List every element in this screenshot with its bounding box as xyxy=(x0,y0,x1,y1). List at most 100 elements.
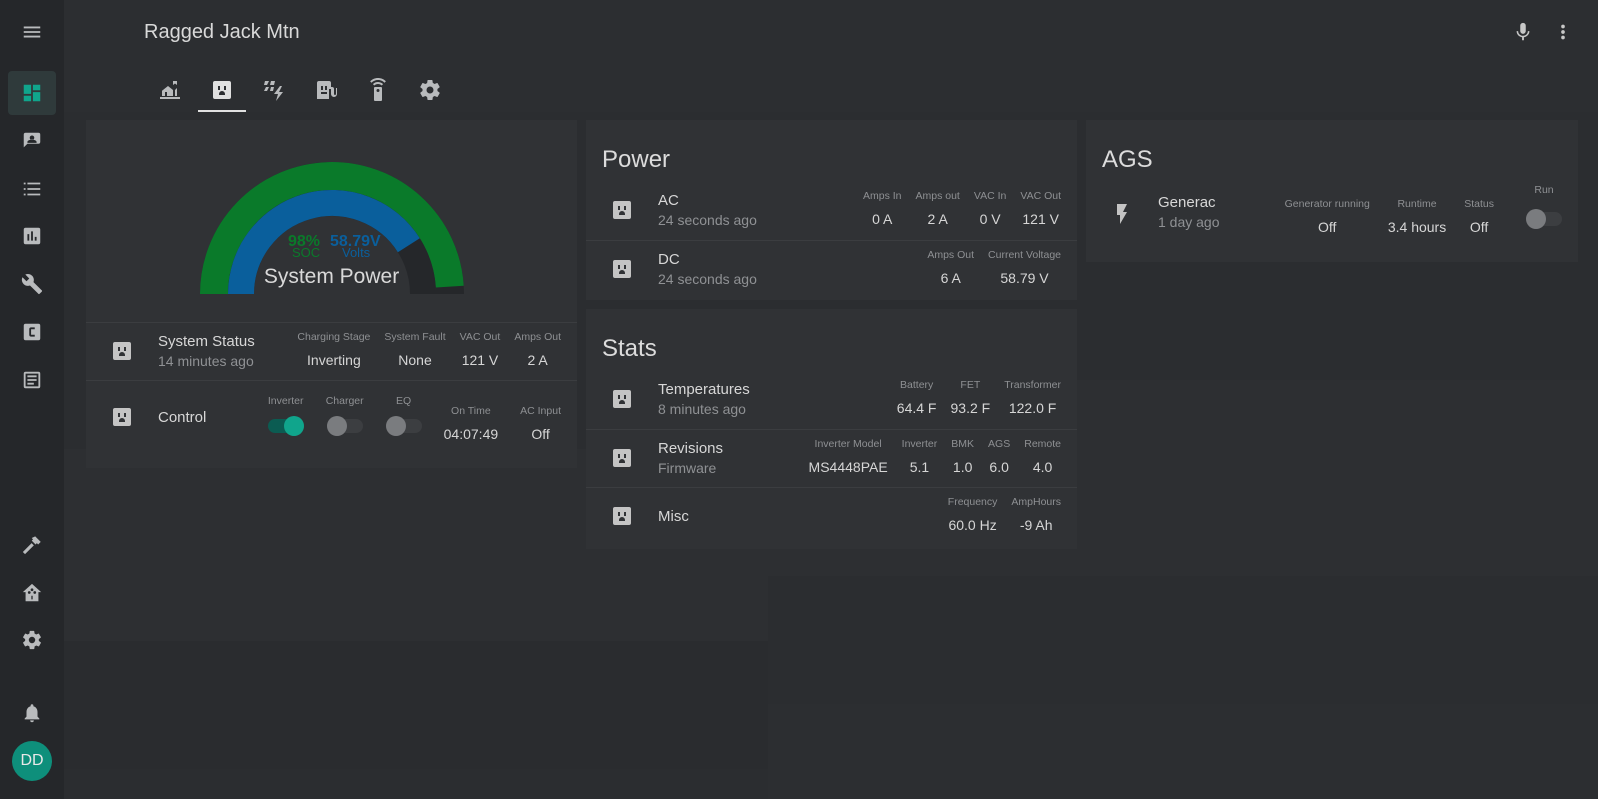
code-box-icon xyxy=(23,323,41,341)
solar-power-icon xyxy=(264,81,283,101)
revisions-row[interactable]: Revisions Firmware Inverter Model MS4448P… xyxy=(586,429,1077,487)
tab-remote[interactable] xyxy=(352,68,404,112)
home-assistant-icon xyxy=(22,583,42,602)
row-subtitle: Firmware xyxy=(658,460,717,476)
attr-amps-in: Amps In 0 A xyxy=(862,190,902,227)
microphone-icon[interactable] xyxy=(1511,20,1535,44)
attr-amphours: AmpHours -9 Ah xyxy=(1011,496,1061,533)
row-timestamp: 24 seconds ago xyxy=(658,271,757,287)
row-name: Generac xyxy=(1158,194,1216,211)
cog-icon xyxy=(23,630,41,650)
row-name: AC xyxy=(658,192,679,209)
attr-bmk: BMK 1.0 xyxy=(951,438,975,475)
account-box-icon xyxy=(23,132,41,148)
header: Ragged Jack Mtn xyxy=(64,0,1598,112)
sidebar-item-notes[interactable] xyxy=(16,364,48,396)
generac-row[interactable]: Generac 1 day ago Generator running Off R… xyxy=(1086,184,1578,250)
view-tabs xyxy=(144,68,456,112)
tab-power[interactable] xyxy=(196,68,248,112)
attr-generator-running: Generator running Off xyxy=(1284,198,1370,235)
attr-ac-input: AC Input Off xyxy=(520,405,561,442)
attr-amps-out: Amps Out 2 A xyxy=(514,331,561,368)
sidebar-item-energy[interactable] xyxy=(16,220,48,252)
attr-inverter-model: Inverter Model MS4448PAE xyxy=(808,438,888,475)
avatar[interactable]: DD xyxy=(12,741,52,781)
wrench-icon xyxy=(21,274,43,295)
sidebar-item-developer-tools[interactable] xyxy=(16,268,48,300)
sidebar-item-code[interactable] xyxy=(16,316,48,348)
sidebar-item-history[interactable] xyxy=(16,173,48,205)
background-panel xyxy=(768,704,1598,799)
stats-card: Stats Temperatures 8 minutes ago Battery… xyxy=(586,309,1077,549)
attr-battery: Battery 64.4 F xyxy=(896,379,937,416)
home-flood-icon xyxy=(160,81,180,99)
power-card: Power AC 24 seconds ago Amps In 0 A Amps … xyxy=(586,120,1077,300)
sidebar-item-home-assistant[interactable] xyxy=(16,577,48,609)
tab-home[interactable] xyxy=(144,68,196,112)
attr-remote: Remote 4.0 xyxy=(1024,438,1061,475)
flash-icon xyxy=(1110,202,1134,226)
attr-status: Status Off xyxy=(1464,198,1494,235)
more-vertical-icon[interactable] xyxy=(1551,20,1575,44)
attr-frequency: Frequency 60.0 Hz xyxy=(947,496,998,533)
card-title: Stats xyxy=(602,335,657,362)
row-timestamp: 24 seconds ago xyxy=(658,212,757,228)
run-toggle-group: Run xyxy=(1526,184,1562,235)
dashboard-icon xyxy=(23,84,41,102)
tab-solar[interactable] xyxy=(248,68,300,112)
attr-inverter: Inverter 5.1 xyxy=(901,438,938,475)
attr-charging-stage: Charging Stage Inverting xyxy=(297,331,371,368)
sidebar-item-logbook[interactable] xyxy=(16,125,48,157)
attr-amps-out: Amps out 2 A xyxy=(915,190,960,227)
menu-icon[interactable] xyxy=(16,16,48,48)
page-title: Ragged Jack Mtn xyxy=(144,21,300,43)
power-socket-icon xyxy=(610,387,634,411)
power-socket-icon xyxy=(110,339,134,363)
sidebar-item-notifications[interactable] xyxy=(16,697,48,729)
system-status-row[interactable]: System Status 14 minutes ago Charging St… xyxy=(86,322,577,380)
misc-row[interactable]: Misc Frequency 60.0 Hz AmpHours -9 Ah xyxy=(586,487,1077,545)
attr-current-voltage: Current Voltage 58.79 V xyxy=(988,249,1061,286)
run-toggle[interactable] xyxy=(1526,209,1562,229)
power-socket-icon xyxy=(610,257,634,281)
attr-vac-out: VAC Out 121 V xyxy=(1020,190,1061,227)
temperatures-row[interactable]: Temperatures 8 minutes ago Battery 64.4 F… xyxy=(586,371,1077,429)
charger-toggle[interactable] xyxy=(326,416,363,436)
sidebar-item-overview[interactable] xyxy=(8,71,56,115)
inverter-toggle-group: Inverter xyxy=(267,395,304,442)
attr-system-fault: System Fault None xyxy=(384,331,446,368)
cog-icon xyxy=(420,79,440,101)
ev-station-icon xyxy=(317,81,337,99)
inverter-toggle[interactable] xyxy=(267,416,304,436)
sidebar-item-settings[interactable] xyxy=(16,624,48,656)
gauge-caption: System Power xyxy=(263,265,400,288)
tab-charger[interactable] xyxy=(300,68,352,112)
power-socket-icon xyxy=(610,446,634,470)
text-box-icon xyxy=(23,371,41,389)
row-timestamp: 8 minutes ago xyxy=(658,401,746,417)
attr-vac-in: VAC In 0 V xyxy=(973,190,1007,227)
volts-label: Volts xyxy=(342,245,371,260)
system-power-card: 98% 58.79V SOC Volts System Power System… xyxy=(86,120,577,468)
charger-toggle-group: Charger xyxy=(326,395,364,442)
background-panel xyxy=(64,641,768,769)
row-timestamp: 14 minutes ago xyxy=(158,353,254,369)
row-timestamp: 1 day ago xyxy=(1158,214,1220,230)
attr-vac-out: VAC Out 121 V xyxy=(459,331,501,368)
card-title: Power xyxy=(602,146,671,173)
row-name: DC xyxy=(658,251,680,268)
attr-transformer: Transformer 122.0 F xyxy=(1004,379,1061,416)
sidebar-item-hammer[interactable] xyxy=(16,529,48,561)
attr-ags: AGS 6.0 xyxy=(988,438,1011,475)
sidebar: DD xyxy=(0,0,64,799)
dc-row[interactable]: DC 24 seconds ago Amps Out 6 A Current Vo… xyxy=(586,240,1077,298)
tab-settings[interactable] xyxy=(404,68,456,112)
power-socket-icon xyxy=(110,405,134,429)
eq-toggle[interactable] xyxy=(385,416,422,436)
ac-row[interactable]: AC 24 seconds ago Amps In 0 A Amps out 2 A… xyxy=(586,182,1077,240)
attr-on-time: On Time 04:07:49 xyxy=(443,405,499,442)
row-name: Misc xyxy=(658,508,689,525)
attr-runtime: Runtime 3.4 hours xyxy=(1387,198,1447,235)
bell-icon xyxy=(24,704,40,723)
control-row: Control Inverter Charger EQ On Time 04:07… xyxy=(86,380,577,452)
